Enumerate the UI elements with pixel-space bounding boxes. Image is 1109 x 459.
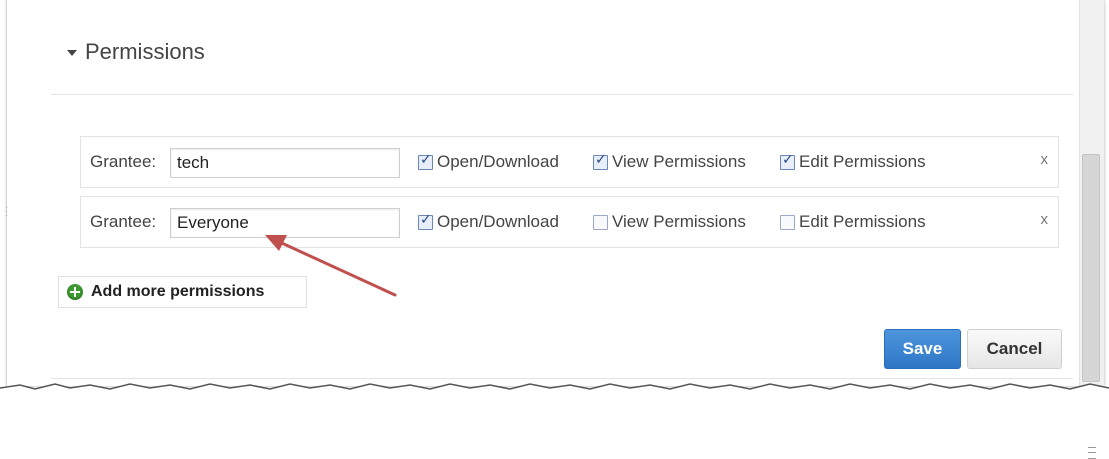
cancel-button[interactable]: Cancel <box>967 329 1062 369</box>
caret-down-icon <box>67 50 77 56</box>
edit-permissions-checkbox[interactable] <box>780 152 795 170</box>
edit-permissions-label: Edit Permissions <box>799 212 926 231</box>
edit-permissions-checkbox-group[interactable]: Edit Permissions <box>780 212 926 232</box>
open-download-checkbox[interactable] <box>418 152 433 170</box>
add-more-permissions-label: Add more permissions <box>91 283 265 300</box>
add-circle-icon <box>67 284 83 300</box>
scrollbar-thumb[interactable] <box>1082 154 1100 459</box>
drag-handle-icon: · · · <box>5 203 9 222</box>
permission-row: Grantee: Open/Download View Permissions … <box>80 136 1059 188</box>
section-title: Permissions <box>85 39 205 64</box>
edit-permissions-checkbox-group[interactable]: Edit Permissions <box>780 152 926 172</box>
save-button[interactable]: Save <box>884 329 961 369</box>
open-download-label: Open/Download <box>437 212 559 231</box>
grantee-label: Grantee: <box>90 212 157 231</box>
view-permissions-checkbox[interactable] <box>593 214 608 230</box>
torn-edge <box>0 383 1109 401</box>
open-download-checkbox[interactable] <box>418 212 433 230</box>
edit-permissions-checkbox[interactable] <box>780 214 795 230</box>
open-download-checkbox-group[interactable]: Open/Download <box>418 152 559 172</box>
screenshot-frame: Permissions Grantee: Open/Download View … <box>6 0 1104 459</box>
grantee-label: Grantee: <box>90 152 157 171</box>
add-more-permissions-button[interactable]: Add more permissions <box>58 276 307 308</box>
section-divider <box>51 94 1073 95</box>
edit-permissions-label: Edit Permissions <box>799 152 926 171</box>
view-permissions-checkbox[interactable] <box>593 152 608 170</box>
vertical-scrollbar[interactable] <box>1079 0 1104 459</box>
permission-row: Grantee: Open/Download View Permissions … <box>80 196 1059 248</box>
view-permissions-label: View Permissions <box>612 212 746 231</box>
view-permissions-label: View Permissions <box>612 152 746 171</box>
open-download-checkbox-group[interactable]: Open/Download <box>418 212 559 232</box>
grip-icon <box>1088 447 1096 459</box>
remove-grantee-button[interactable]: x <box>1041 211 1049 228</box>
remove-grantee-button[interactable]: x <box>1041 151 1049 168</box>
grantee-input[interactable] <box>170 148 400 178</box>
open-download-label: Open/Download <box>437 152 559 171</box>
footer-divider <box>51 378 1073 379</box>
permissions-section-header[interactable]: Permissions <box>67 36 205 68</box>
view-permissions-checkbox-group[interactable]: View Permissions <box>593 152 746 172</box>
view-permissions-checkbox-group[interactable]: View Permissions <box>593 212 746 232</box>
